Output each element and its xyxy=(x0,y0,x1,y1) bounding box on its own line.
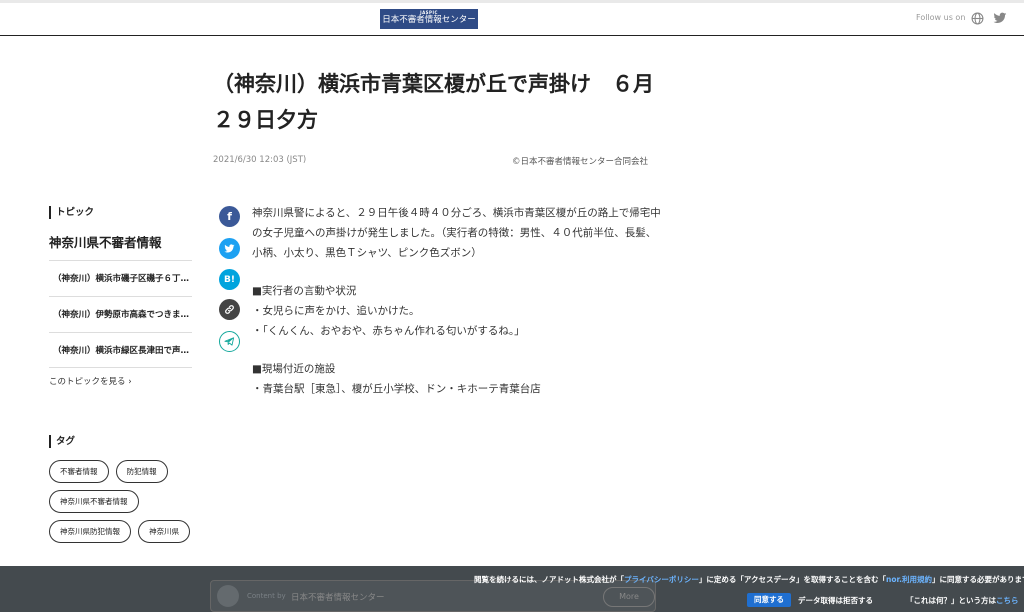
topic-heading: トピック xyxy=(49,206,94,219)
twitter-icon xyxy=(224,243,235,253)
article-paragraph: ■実行者の言動や状況 ・女児らに声をかけ、追いかけた。 ・「くんくん、おやおや、… xyxy=(252,285,525,337)
tag[interactable]: 防犯情報 xyxy=(115,460,168,483)
topic-more-link[interactable]: このトピックを見る › xyxy=(49,375,132,387)
tag[interactable]: 神奈川県 xyxy=(138,520,191,543)
globe-icon[interactable] xyxy=(971,12,984,25)
facebook-icon: f xyxy=(227,210,232,223)
publisher-name[interactable]: 日本不審者情報センター xyxy=(291,591,385,603)
tag-heading: タグ xyxy=(49,435,75,448)
agree-button[interactable]: 同意する xyxy=(747,593,791,607)
site-header: JASPIC 日本不審者情報センター Follow us on xyxy=(0,3,1024,36)
telegram-icon xyxy=(224,337,235,346)
tag-list: 不審者情報 防犯情報 神奈川県不審者情報 神奈川県防犯情報 神奈川県 xyxy=(49,459,199,549)
twitter-share-button[interactable] xyxy=(219,238,240,259)
hatena-bookmark-button[interactable]: B! xyxy=(219,269,240,290)
telegram-share-button[interactable] xyxy=(219,331,240,352)
article-paragraph: 神奈川県警によると、２９日午後４時４０分ごろ、横浜市青葉区榎が丘の路上で帰宅中の… xyxy=(252,207,661,259)
topic-title[interactable]: 神奈川県不審者情報 xyxy=(49,232,162,251)
tag[interactable]: 不審者情報 xyxy=(49,460,109,483)
article-copyright: ©日本不審者情報センター合同会社 xyxy=(512,157,649,167)
article-title: （神奈川）横浜市青葉区榎が丘で声掛け ６月２９日夕方 xyxy=(213,72,654,132)
consent-text-1: 閲覧を続けるには、ノアドット株式会社が「 xyxy=(474,575,624,584)
topic-item[interactable]: （神奈川）横浜市緑区長津田で声掛け xyxy=(49,332,192,368)
terms-link[interactable]: nor.利用規約 xyxy=(886,575,932,584)
tag[interactable]: 神奈川県防犯情報 xyxy=(49,520,131,543)
topic-item[interactable]: （神奈川）伊勢原市高森でつきまとい xyxy=(49,296,192,332)
refuse-data-button[interactable]: データ取得は拒否する xyxy=(798,595,873,606)
tag[interactable]: 神奈川県不審者情報 xyxy=(49,490,139,513)
what-is-this: 「これは何？」という方はこちら xyxy=(906,595,1019,606)
topic-list: （神奈川）横浜市磯子区磯子６丁目で声掛け （神奈川）伊勢原市高森でつきまとい （… xyxy=(49,260,192,368)
copy-link-button[interactable] xyxy=(219,299,240,320)
facebook-share-button[interactable]: f xyxy=(219,206,240,227)
what-link[interactable]: こちら xyxy=(996,596,1019,605)
follow-label: Follow us on xyxy=(916,13,966,22)
twitter-icon[interactable] xyxy=(993,12,1007,25)
consent-text-3: 」に同意する必要があります。 xyxy=(931,575,1024,584)
hatena-bookmark-icon: B! xyxy=(224,274,235,285)
privacy-policy-link[interactable]: プライバシーポリシー xyxy=(624,575,699,584)
article-body: 神奈川県警によると、２９日午後４時４０分ごろ、横浜市青葉区榎が丘の路上で帰宅中の… xyxy=(252,203,662,399)
link-icon xyxy=(225,305,234,314)
article-date: 2021/6/30 12:03 (JST) xyxy=(213,155,307,165)
publisher-label: Content by xyxy=(247,592,286,600)
publisher-more-button[interactable]: More xyxy=(603,587,655,607)
consent-message: 閲覧を続けるには、ノアドット株式会社が「プライバシーポリシー」に定める「アクセス… xyxy=(474,574,1024,585)
site-logo[interactable]: JASPIC 日本不審者情報センター xyxy=(380,9,478,29)
topic-item[interactable]: （神奈川）横浜市磯子区磯子６丁目で声掛け xyxy=(49,260,192,296)
consent-text-2: 」に定める「アクセスデータ」を取得することを含む「 xyxy=(698,575,886,584)
logo-text: 日本不審者情報センター xyxy=(382,15,476,25)
article-paragraph: ■現場付近の施設 ・青葉台駅［東急］、榎が丘小学校、ドン・キホーテ青葉台店 xyxy=(252,363,541,395)
what-text: 「これは何？」という方は xyxy=(906,596,996,605)
publisher-avatar xyxy=(217,585,239,607)
